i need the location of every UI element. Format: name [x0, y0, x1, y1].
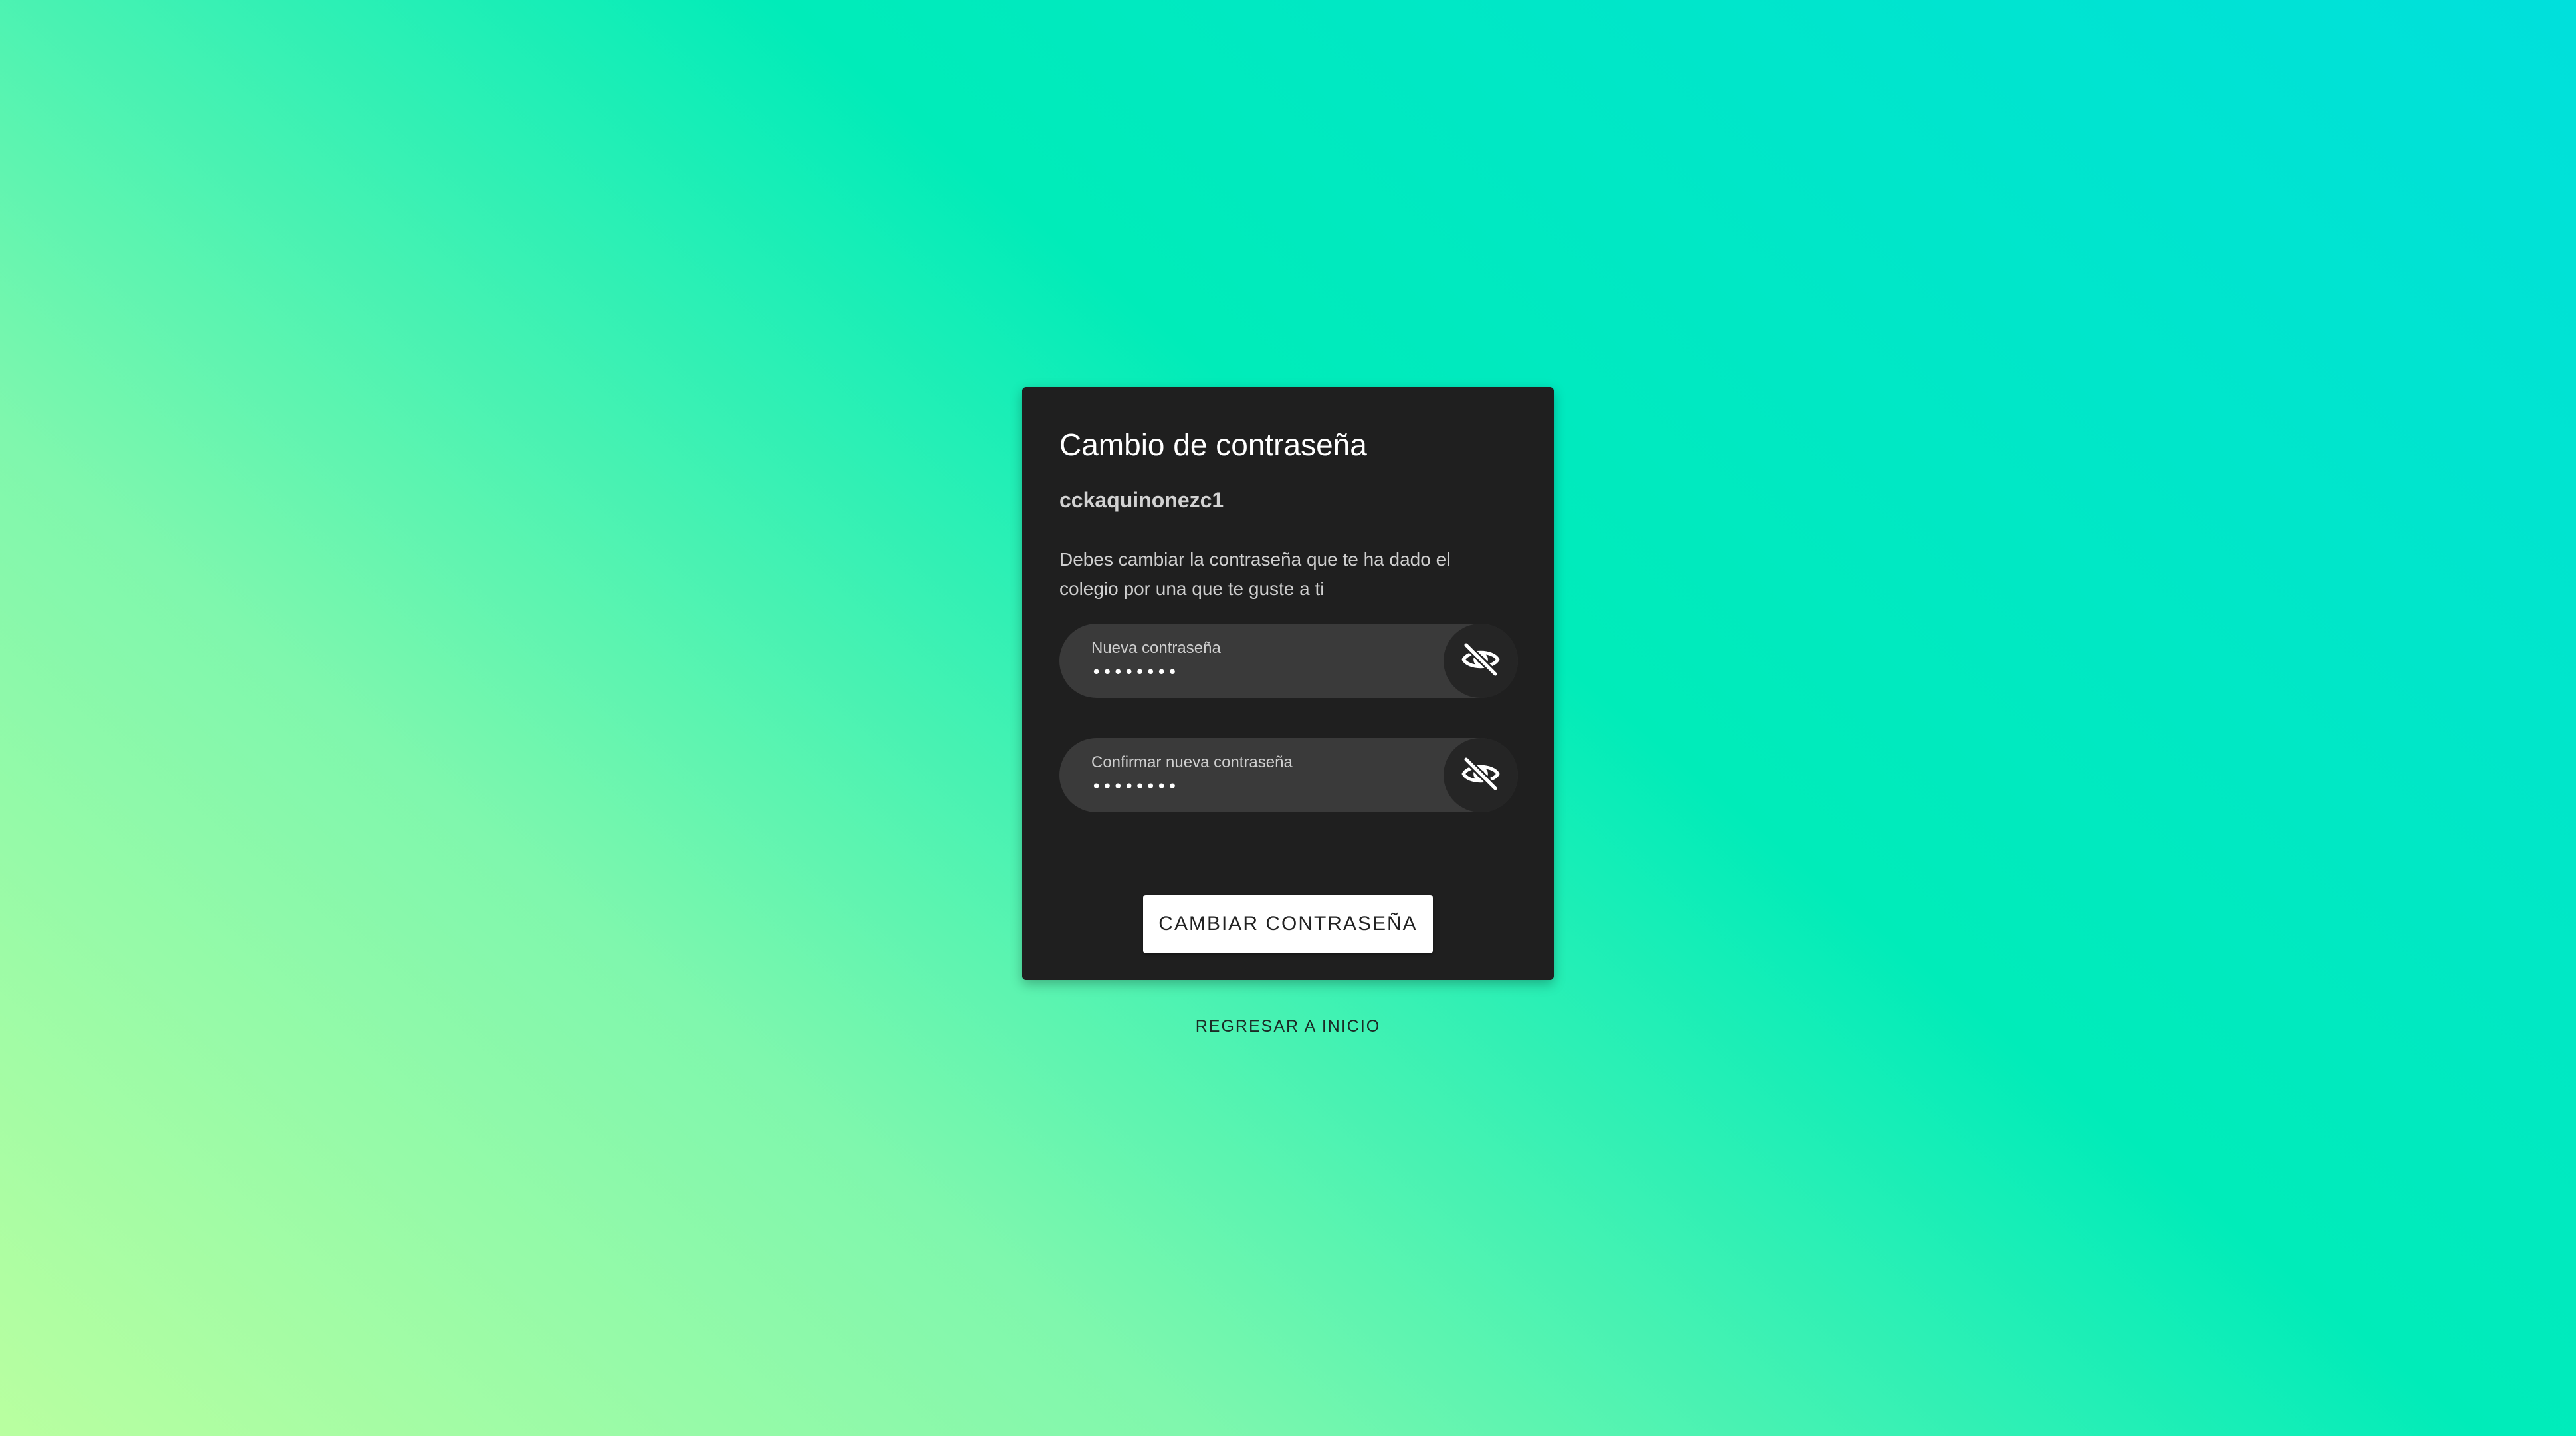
- page-title: Cambio de contraseña: [1059, 427, 1367, 462]
- toggle-new-password-visibility-button[interactable]: [1444, 624, 1518, 698]
- back-to-home-link[interactable]: REGRESAR A INICIO: [1155, 1017, 1421, 1036]
- change-password-button[interactable]: CAMBIAR CONTRASEÑA: [1143, 895, 1433, 953]
- username-label: cckaquinonezc1: [1059, 488, 1224, 512]
- eye-off-icon: [1460, 753, 1501, 798]
- confirm-password-input[interactable]: [1091, 775, 1437, 799]
- confirm-password-field[interactable]: Confirmar nueva contraseña: [1059, 738, 1518, 812]
- toggle-confirm-password-visibility-button[interactable]: [1444, 738, 1518, 812]
- eye-off-icon: [1460, 639, 1501, 683]
- password-change-card: Cambio de contraseña cckaquinonezc1 Debe…: [1022, 387, 1554, 980]
- confirm-password-label: Confirmar nueva contraseña: [1091, 753, 1293, 771]
- new-password-input[interactable]: [1091, 661, 1437, 685]
- instructions-text: Debes cambiar la contraseña que te ha da…: [1059, 549, 1451, 599]
- new-password-field[interactable]: Nueva contraseña: [1059, 624, 1518, 698]
- new-password-label: Nueva contraseña: [1091, 639, 1221, 657]
